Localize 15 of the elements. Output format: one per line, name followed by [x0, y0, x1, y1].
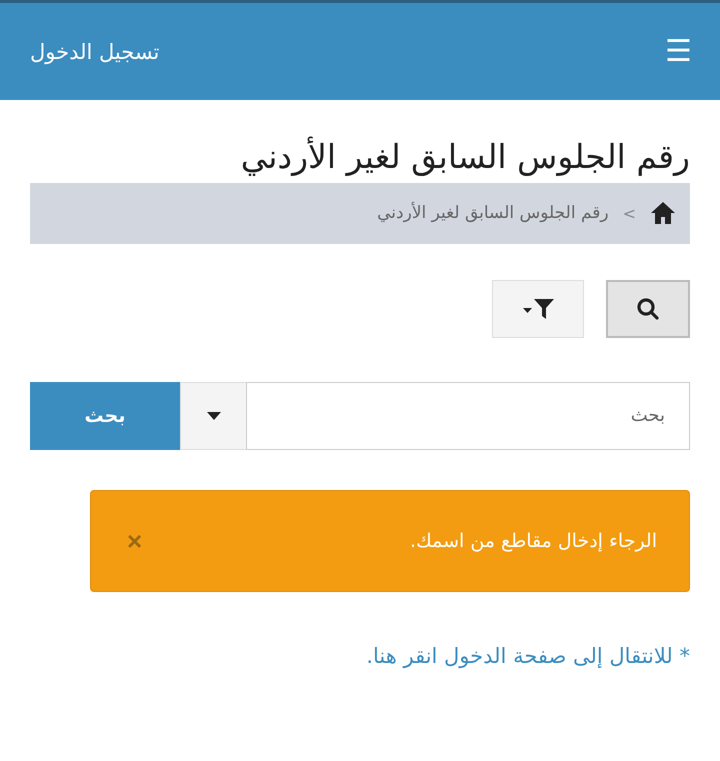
- login-link[interactable]: * للانتقال إلى صفحة الدخول انقر هنا.: [366, 644, 690, 668]
- filter-toggle-button[interactable]: [492, 280, 584, 338]
- search-field[interactable]: بحث: [246, 382, 690, 450]
- search-icon: [636, 296, 660, 321]
- breadcrumb-item[interactable]: رقم الجلوس السابق لغير الأردني: [377, 203, 609, 224]
- breadcrumb-separator: >: [622, 204, 636, 223]
- login-title[interactable]: تسجيل الدخول: [30, 40, 160, 64]
- home-icon[interactable]: [650, 201, 676, 226]
- menu-button[interactable]: ☰: [665, 36, 692, 66]
- close-button[interactable]: ×: [127, 528, 142, 554]
- search-toggle-button[interactable]: [606, 280, 690, 338]
- caret-icon: [206, 412, 220, 420]
- filter-icon: [521, 296, 555, 321]
- search-button[interactable]: بحث: [30, 382, 180, 450]
- alert-message: الرجاء إدخال مقاطع من اسمك.: [410, 530, 657, 552]
